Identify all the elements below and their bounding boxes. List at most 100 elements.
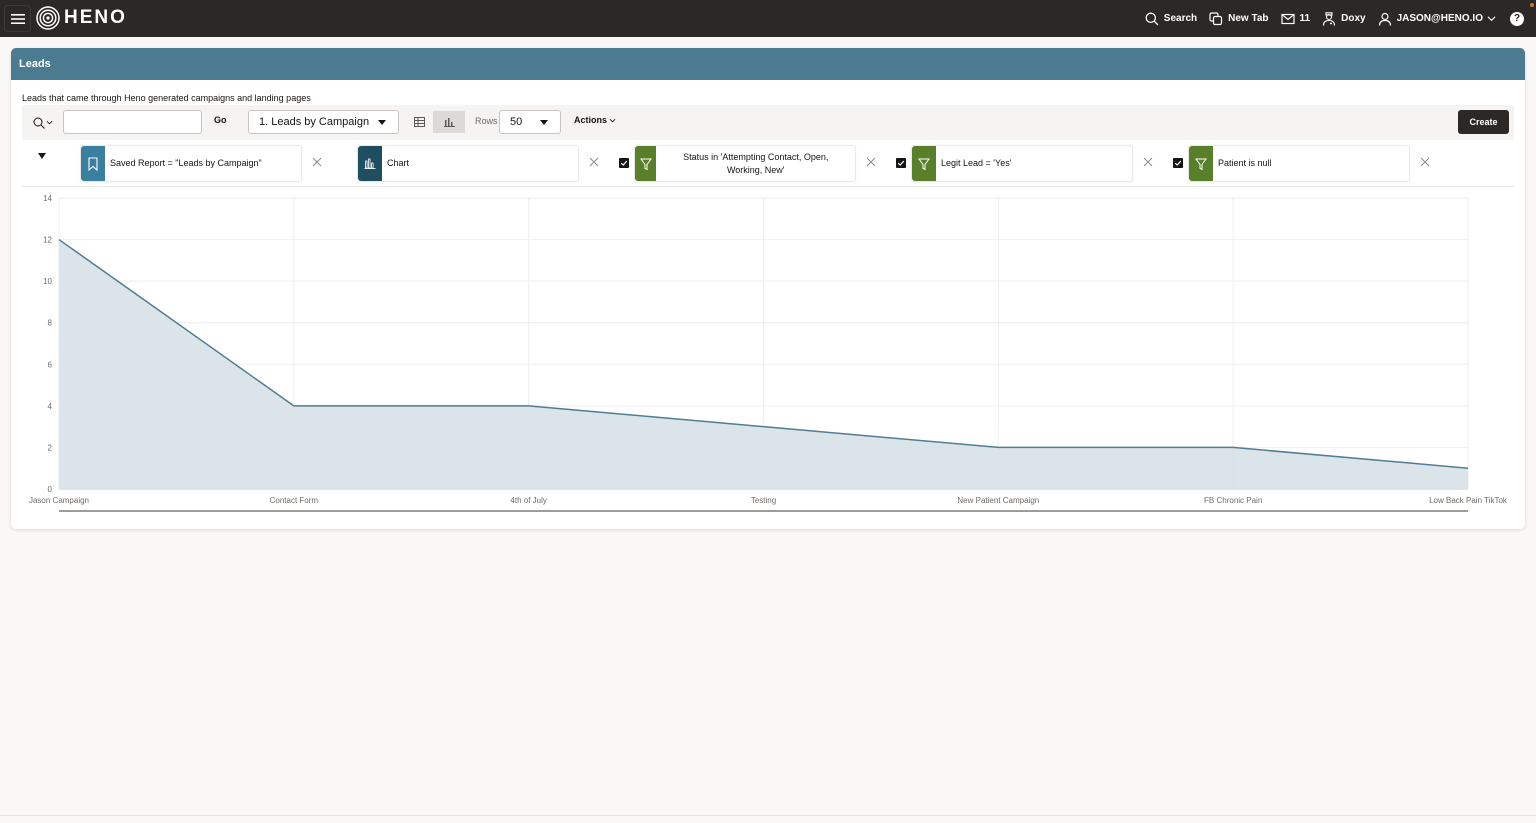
x-tick-label: Jason Campaign <box>29 496 89 505</box>
menu-button[interactable] <box>4 5 31 32</box>
filter-funnel-icon <box>639 158 652 170</box>
filter-chip-label[interactable]: Status in 'Attempting Contact, Open, Wor… <box>656 151 855 177</box>
y-tick-label: 8 <box>48 319 53 328</box>
saved-report-select[interactable]: 1. Leads by Campaign <box>248 110 399 134</box>
region-title: Leads <box>19 58 51 70</box>
rows-per-page-select[interactable]: 50 <box>499 110 561 134</box>
x-tick-label: FB Chronic Pain <box>1204 496 1262 505</box>
heno-logo[interactable]: HENO <box>36 6 127 30</box>
filter-enabled-checkbox[interactable] <box>1173 158 1183 168</box>
x-tick-label: Contact Form <box>270 496 319 505</box>
filter-chip-saved-report: Saved Report = "Leads by Campaign" <box>80 145 302 182</box>
actions-label: Actions <box>574 115 608 125</box>
filter-funnel-icon <box>918 158 930 170</box>
chevron-down-icon <box>1487 16 1496 22</box>
search-icon <box>33 117 45 129</box>
remove-filter-button[interactable] <box>589 157 599 167</box>
filter-chip-label[interactable]: Saved Report = "Leads by Campaign" <box>105 157 262 170</box>
y-tick-label: 2 <box>48 443 53 452</box>
filter-chip-label[interactable]: Patient is null <box>1213 157 1272 170</box>
filter-enabled-checkbox[interactable] <box>896 158 906 168</box>
search-input[interactable] <box>63 110 202 134</box>
leads-by-campaign-chart: 0 2 4 6 8 10 12 14 Jason Campaign Contact Form 4t… <box>29 194 1508 512</box>
help-button[interactable]: ? <box>1510 11 1524 26</box>
region-header: Leads <box>11 48 1525 80</box>
search-nav-button[interactable]: Search <box>1145 12 1197 26</box>
footer-divider <box>0 815 1536 816</box>
close-icon <box>589 157 599 167</box>
go-button[interactable]: Go <box>214 115 227 125</box>
chip-icon-box <box>912 146 936 181</box>
x-axis-ticks: Jason Campaign Contact Form 4th of July Tes… <box>29 496 1508 505</box>
y-tick-label: 6 <box>48 360 53 369</box>
close-icon <box>1420 157 1430 167</box>
user-icon <box>1378 12 1391 26</box>
new-tab-label: New Tab <box>1228 13 1269 24</box>
hamburger-icon <box>10 13 25 24</box>
x-tick-label: 4th of July <box>510 496 546 505</box>
heno-logo-icon <box>36 6 60 30</box>
table-icon <box>413 117 425 127</box>
actions-menu-button[interactable]: Actions <box>574 115 616 125</box>
chip-icon-box <box>635 146 657 181</box>
header-actions: Search New Tab 11 Doxy JASON@HENO.IO ? <box>1133 0 1524 37</box>
filter-chip-label[interactable]: Legit Lead = 'Yes' <box>936 157 1011 170</box>
x-tick-label: Testing <box>751 496 776 505</box>
y-tick-label: 10 <box>43 277 52 286</box>
collapse-toggle-icon[interactable] <box>38 153 46 159</box>
filter-chip-chart: Chart <box>357 145 579 182</box>
filter-funnel-icon <box>1195 158 1207 170</box>
y-tick-label: 12 <box>43 236 52 245</box>
close-icon <box>1143 157 1153 167</box>
y-tick-label: 0 <box>48 485 53 494</box>
doxy-label: Doxy <box>1341 13 1366 24</box>
chip-icon-box <box>81 146 105 181</box>
chart-view-button[interactable] <box>433 111 465 133</box>
user-menu-button[interactable]: JASON@HENO.IO <box>1378 12 1496 26</box>
filter-enabled-checkbox[interactable] <box>619 158 629 168</box>
caret-down-icon <box>540 120 548 125</box>
caret-down-icon <box>378 120 386 125</box>
filter-chip-status: Status in 'Attempting Contact, Open, Wor… <box>634 145 856 182</box>
y-tick-label: 4 <box>48 402 53 411</box>
chip-icon-box <box>358 146 382 181</box>
search-nav-label: Search <box>1163 13 1198 24</box>
chevron-down-icon <box>46 120 53 125</box>
remove-filter-button[interactable] <box>866 157 876 167</box>
filter-row: Saved Report = "Leads by Campaign" Chart… <box>22 140 1514 187</box>
remove-filter-button[interactable] <box>1143 157 1153 167</box>
doxy-button[interactable]: Doxy <box>1322 11 1366 26</box>
y-tick-label: 14 <box>43 194 52 203</box>
chip-icon-box <box>1189 146 1213 181</box>
new-tab-icon <box>1209 11 1223 25</box>
top-navigation-bar: HENO Search New Tab 11 Doxy JASON@HENO.I… <box>0 0 1536 37</box>
filter-chip-legit-lead: Legit Lead = 'Yes' <box>911 145 1133 182</box>
logo-text: HENO <box>64 7 127 28</box>
report-toolbar: Go 1. Leads by Campaign Rows 50 Actions … <box>22 105 1514 140</box>
close-icon <box>866 157 876 167</box>
new-tab-button[interactable]: New Tab <box>1209 11 1269 26</box>
mail-button[interactable]: 11 <box>1280 12 1310 26</box>
bar-chart-icon <box>364 158 376 169</box>
x-tick-label: New Patient Campaign <box>957 496 1039 505</box>
checkmark-icon <box>897 160 905 166</box>
search-column-menu[interactable] <box>33 117 53 129</box>
filter-chip-label[interactable]: Chart <box>382 157 409 170</box>
filter-chip-patient: Patient is null <box>1188 145 1410 182</box>
region-description: Leads that came through Heno generated c… <box>22 93 311 103</box>
remove-filter-button[interactable] <box>312 157 322 167</box>
grid-view-button[interactable] <box>411 113 427 131</box>
mail-icon <box>1280 13 1295 24</box>
x-tick-label: Low Back Pain TikTok <box>1429 496 1508 505</box>
leads-region: Leads Leads that came through Heno gener… <box>11 48 1525 529</box>
saved-report-value: 1. Leads by Campaign <box>259 116 370 128</box>
close-icon <box>312 157 322 167</box>
create-button[interactable]: Create <box>1458 110 1509 134</box>
user-label: JASON@HENO.IO <box>1396 13 1483 24</box>
y-axis-ticks: 0 2 4 6 8 10 12 14 <box>43 194 52 494</box>
rows-value: 50 <box>510 116 523 128</box>
search-icon <box>1145 12 1159 25</box>
remove-filter-button[interactable] <box>1420 157 1430 167</box>
notification-dot <box>1530 3 1534 7</box>
bookmark-icon <box>88 156 98 171</box>
